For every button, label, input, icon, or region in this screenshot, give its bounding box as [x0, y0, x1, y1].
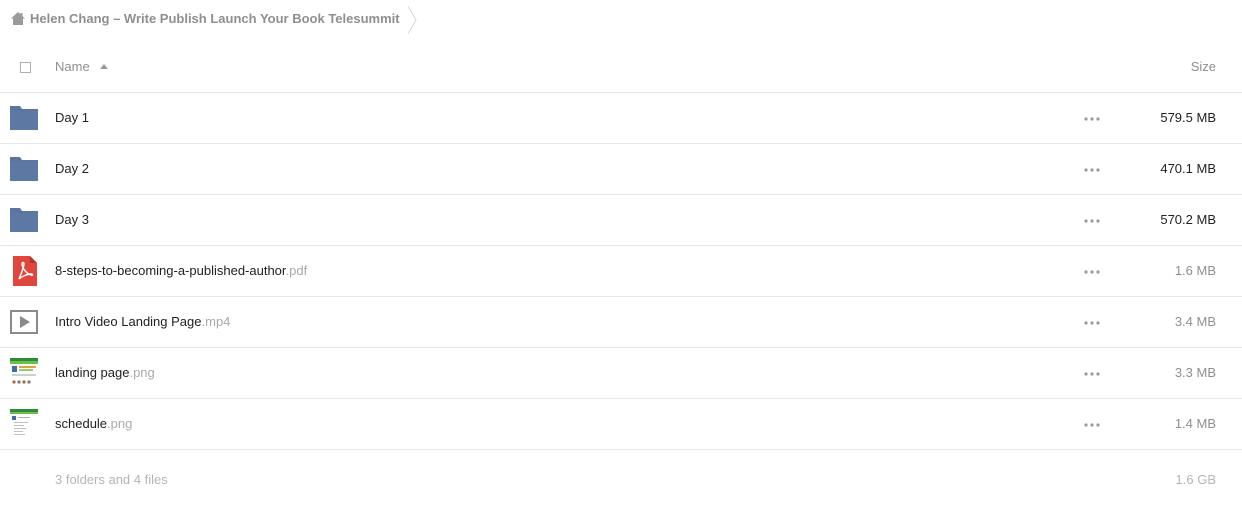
file-size: 470.1 MB	[1160, 161, 1216, 176]
home-icon[interactable]	[10, 11, 26, 26]
folder-icon	[10, 157, 38, 181]
more-options-icon[interactable]	[1084, 117, 1100, 121]
size-column-header[interactable]: Size	[1191, 59, 1216, 75]
file-list: Day 1 579.5 MB Day 2 470.1 MB Day 3 570.…	[0, 93, 1242, 450]
file-name[interactable]: landing page.png	[55, 365, 155, 381]
pdf-icon	[13, 256, 37, 286]
table-row[interactable]: Day 3 570.2 MB	[0, 195, 1242, 246]
video-icon	[10, 310, 38, 334]
table-row[interactable]: 8-steps-to-becoming-a-published-author.p…	[0, 246, 1242, 297]
file-size: 1.4 MB	[1174, 416, 1216, 431]
image-thumbnail-icon	[10, 358, 38, 388]
file-name[interactable]: Day 3	[55, 212, 89, 228]
table-row[interactable]: Day 2 470.1 MB	[0, 144, 1242, 195]
file-name[interactable]: Day 1	[55, 110, 89, 126]
file-name[interactable]: Day 2	[55, 161, 89, 177]
name-column-header[interactable]: Name	[55, 59, 90, 75]
folder-icon	[10, 208, 38, 232]
file-name[interactable]: 8-steps-to-becoming-a-published-author.p…	[55, 263, 307, 279]
file-size: 1.6 MB	[1174, 263, 1216, 278]
more-options-icon[interactable]	[1084, 372, 1100, 376]
more-options-icon[interactable]	[1084, 270, 1100, 274]
folder-summary: 3 folders and 4 files	[55, 472, 168, 487]
file-list-header: Name Size	[0, 42, 1242, 93]
file-size: 3.4 MB	[1174, 314, 1216, 329]
breadcrumb: Helen Chang – Write Publish Launch Your …	[0, 0, 1242, 40]
total-size: 1.6 GB	[1175, 472, 1216, 487]
table-row[interactable]: Day 1 579.5 MB	[0, 93, 1242, 144]
sort-ascending-icon[interactable]	[100, 64, 108, 69]
more-options-icon[interactable]	[1084, 168, 1100, 172]
select-all-checkbox[interactable]	[20, 62, 31, 73]
file-size: 570.2 MB	[1160, 212, 1216, 227]
folder-icon	[10, 106, 38, 130]
image-thumbnail-icon	[10, 409, 38, 439]
file-size: 579.5 MB	[1160, 110, 1216, 125]
file-name[interactable]: schedule.png	[55, 416, 132, 432]
file-name[interactable]: Intro Video Landing Page.mp4	[55, 314, 230, 330]
chevron-right-icon	[407, 5, 417, 35]
table-row[interactable]: landing page.png 3.3 MB	[0, 348, 1242, 399]
more-options-icon[interactable]	[1084, 423, 1100, 427]
more-options-icon[interactable]	[1084, 321, 1100, 325]
table-row[interactable]: Intro Video Landing Page.mp4 3.4 MB	[0, 297, 1242, 348]
file-size: 3.3 MB	[1174, 365, 1216, 380]
more-options-icon[interactable]	[1084, 219, 1100, 223]
table-row[interactable]: schedule.png 1.4 MB	[0, 399, 1242, 450]
breadcrumb-current-folder[interactable]: Helen Chang – Write Publish Launch Your …	[30, 11, 400, 27]
